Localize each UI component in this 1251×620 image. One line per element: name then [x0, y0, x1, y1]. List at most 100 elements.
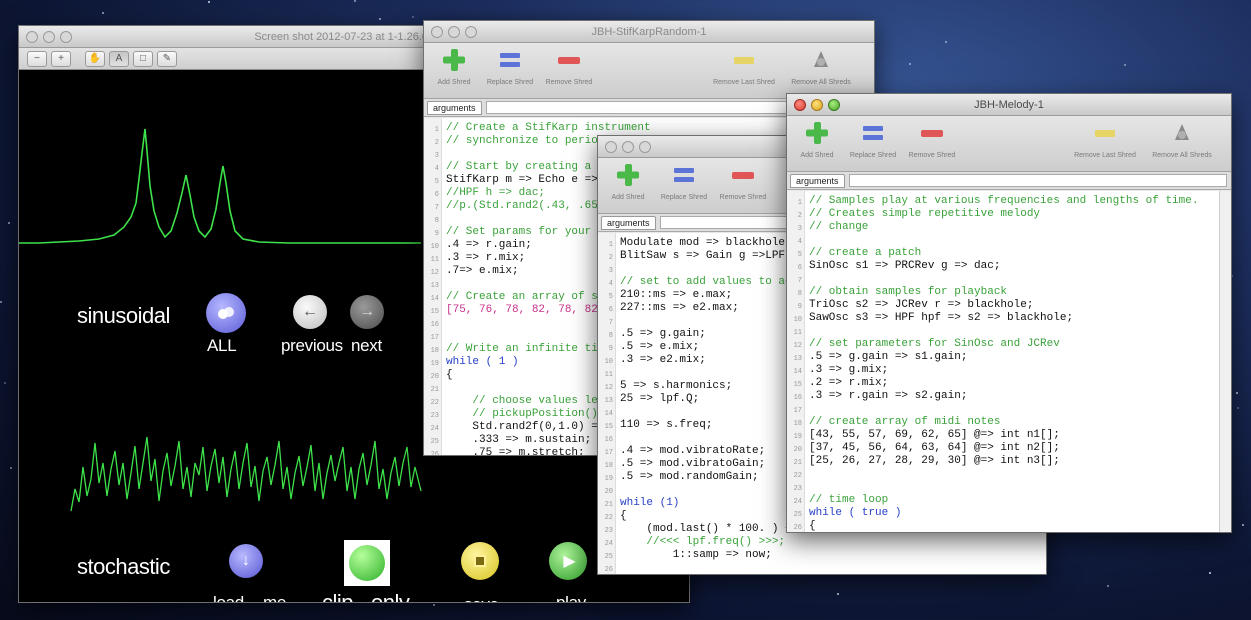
line-number: 15: [793, 381, 802, 389]
remove-shred-button[interactable]: Remove Shred: [713, 162, 773, 201]
line-number: 3: [797, 225, 802, 233]
code-line: BlitSaw s => Gain g =>LPF l: [620, 250, 799, 262]
line-number: 16: [430, 321, 439, 329]
line-number: 13: [793, 355, 802, 363]
line-number: 17: [793, 407, 802, 415]
line-number: 23: [604, 527, 613, 535]
text-tool-icon[interactable]: A: [109, 50, 129, 67]
next-button[interactable]: →: [350, 295, 384, 329]
line-number: 8: [797, 290, 802, 298]
remove-all-shreds-label: Remove All Shreds: [1152, 152, 1212, 159]
plus-icon: [804, 120, 830, 146]
last-shred-icon: [731, 47, 757, 73]
remove-all-shreds-button[interactable]: Remove All Shreds: [1147, 120, 1217, 159]
star: [412, 16, 414, 18]
previous-button[interactable]: ←: [293, 295, 327, 329]
code-line: 210::ms => e.max;: [620, 289, 733, 301]
zoom-out-icon[interactable]: −: [27, 50, 47, 67]
code-line: // set to add values to ach: [620, 276, 799, 288]
remove-shred-button[interactable]: Remove Shred: [902, 120, 962, 159]
zoom-button[interactable]: [828, 99, 840, 111]
hand-tool-icon[interactable]: ✋: [85, 50, 105, 67]
line-number: 25: [430, 438, 439, 446]
close-button[interactable]: [605, 141, 617, 153]
line-number: 24: [430, 425, 439, 433]
line-number: 24: [604, 540, 613, 548]
line-number: 19: [604, 475, 613, 483]
replace-shred-button[interactable]: Replace Shred: [654, 162, 714, 201]
arguments-input[interactable]: [848, 174, 1227, 187]
line-number: 12: [793, 342, 802, 350]
line-number: 11: [604, 371, 613, 379]
remove-last-shred-button[interactable]: Remove Last Shred: [710, 47, 778, 86]
minus-icon: [919, 120, 945, 146]
code-line: Std.rand2f(0,1.0) =>: [446, 421, 605, 433]
load-me-button[interactable]: ↓: [229, 544, 263, 578]
line-number: 1: [797, 199, 802, 207]
line-number: 18: [604, 462, 613, 470]
line-number: 26: [793, 524, 802, 532]
code-line: .4 => mod.vibratoRate;: [620, 445, 766, 457]
minus-icon: [556, 47, 582, 73]
line-number: 18: [430, 347, 439, 355]
line-number: 19: [430, 360, 439, 368]
sinusoidal-label: sinusoidal: [77, 303, 170, 328]
minimize-button[interactable]: [622, 141, 634, 153]
close-button[interactable]: [26, 31, 38, 43]
annotate-tool-icon[interactable]: ✎: [157, 50, 177, 67]
code-line: .3 => e2.mix;: [620, 354, 706, 366]
code-line: .4 => r.gain;: [446, 239, 532, 251]
line-number: 22: [793, 472, 802, 480]
close-button[interactable]: [794, 99, 806, 111]
minimize-button[interactable]: [43, 31, 55, 43]
add-shred-button[interactable]: Add Shred: [598, 162, 658, 201]
clip-only-toggle[interactable]: [344, 540, 390, 586]
star: [102, 12, 104, 14]
code-line: {: [446, 369, 453, 381]
window-controls: [431, 26, 477, 38]
code-line: // Start by creating a p: [446, 161, 605, 173]
all-button[interactable]: [206, 293, 246, 333]
remove-all-shreds-button[interactable]: Remove All Shreds: [786, 47, 856, 86]
arguments-tab[interactable]: arguments: [790, 173, 845, 188]
line-number: 10: [430, 243, 439, 251]
star: [4, 382, 6, 384]
remove-last-shred-label: Remove Last Shred: [1074, 152, 1136, 159]
zoom-button[interactable]: [60, 31, 72, 43]
line-number: 20: [430, 373, 439, 381]
select-tool-icon[interactable]: □: [133, 50, 153, 67]
arguments-tab[interactable]: arguments: [427, 100, 482, 115]
add-shred-button[interactable]: Add Shred: [787, 120, 847, 159]
code-line: 1::samp => now;: [620, 549, 772, 561]
add-shred-label: Add Shred: [611, 194, 645, 201]
remove-last-shred-button[interactable]: Remove Last Shred: [1071, 120, 1139, 159]
minimize-button[interactable]: [811, 99, 823, 111]
line-number: 7: [434, 204, 439, 212]
minimize-button[interactable]: [448, 26, 460, 38]
star: [10, 467, 12, 469]
remove-shred-button[interactable]: Remove Shred: [539, 47, 599, 86]
vertical-scrollbar[interactable]: [1219, 191, 1231, 532]
close-button[interactable]: [431, 26, 443, 38]
save-button[interactable]: [461, 542, 499, 580]
line-number: 21: [604, 501, 613, 509]
zoom-button[interactable]: [639, 141, 651, 153]
code-line: .3 => g.mix;: [809, 364, 889, 376]
replace-shred-label: Replace Shred: [486, 79, 534, 86]
star: [1237, 407, 1239, 409]
line-number: 17: [604, 449, 613, 457]
play-button[interactable]: ▶: [549, 542, 587, 580]
replace-shred-button[interactable]: Replace Shred: [843, 120, 903, 159]
code-line: {: [809, 520, 816, 532]
line-number: 12: [604, 384, 613, 392]
star: [433, 604, 435, 606]
arguments-tab[interactable]: arguments: [601, 215, 656, 230]
code-line: // Creates simple repetitive melody: [809, 208, 1041, 220]
add-shred-button[interactable]: Add Shred: [424, 47, 484, 86]
melody-code-editor[interactable]: 1 // Samples play at various frequencies …: [787, 191, 1231, 532]
remove-all-icon: [1169, 120, 1195, 146]
zoom-button[interactable]: [465, 26, 477, 38]
zoom-in-icon[interactable]: +: [51, 50, 71, 67]
melody-toolbar: Add Shred Replace Shred Remove Shred Rem…: [787, 116, 1231, 172]
replace-shred-button[interactable]: Replace Shred: [480, 47, 540, 86]
